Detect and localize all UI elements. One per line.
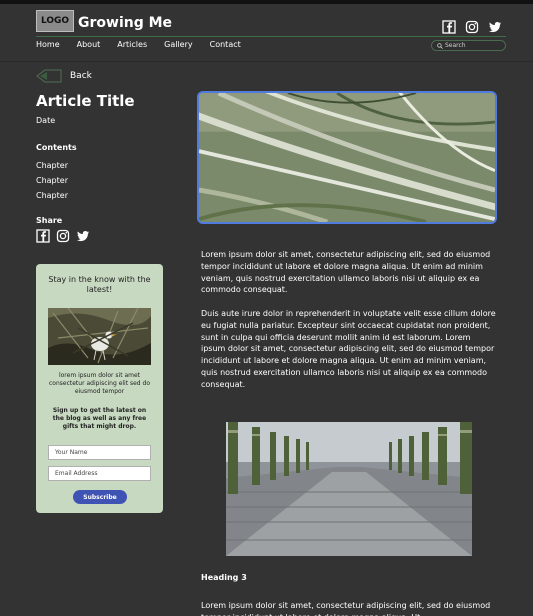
- chapter-link[interactable]: Chapter: [36, 173, 68, 188]
- search-box[interactable]: [431, 40, 506, 51]
- facebook-icon[interactable]: [442, 20, 456, 34]
- back-label: Back: [70, 71, 92, 81]
- main-nav: Home About Articles Gallery Contact: [36, 40, 258, 49]
- logo[interactable]: LOGO: [36, 10, 74, 32]
- facebook-icon[interactable]: [36, 229, 50, 243]
- hero-image: [197, 91, 497, 224]
- nav-about[interactable]: About: [77, 40, 101, 49]
- article-paragraph-1: Lorem ipsum dolor sit amet, consectetur …: [201, 250, 491, 295]
- article-date: Date: [36, 116, 56, 125]
- newsletter-headline: Stay in the know with the latest!: [48, 275, 151, 294]
- instagram-icon[interactable]: [465, 20, 479, 34]
- heading-3: Heading 3: [201, 573, 247, 582]
- share-heading: Share: [36, 216, 63, 225]
- header-social-links: [442, 20, 502, 34]
- chapter-link[interactable]: Chapter: [36, 188, 68, 203]
- twitter-icon[interactable]: [76, 229, 90, 243]
- article-paragraph-3: Lorem ipsum dolor sit amet, consectetur …: [201, 601, 491, 616]
- contents-heading: Contents: [36, 143, 77, 152]
- search-input[interactable]: [445, 42, 505, 49]
- top-bar: [0, 0, 533, 4]
- subscribe-button[interactable]: Subscribe: [73, 490, 127, 504]
- site-title[interactable]: Growing Me: [78, 15, 172, 31]
- header-bottom-divider: [0, 61, 533, 62]
- contents-list: Chapter Chapter Chapter: [36, 158, 68, 203]
- name-field[interactable]: [48, 445, 151, 460]
- header-divider: [36, 36, 506, 37]
- nav-gallery[interactable]: Gallery: [164, 40, 193, 49]
- newsletter-image: [48, 308, 151, 365]
- dock-image: [226, 422, 472, 556]
- back-button[interactable]: Back: [36, 68, 92, 84]
- article-title: Article Title: [36, 92, 135, 110]
- newsletter-card: Stay in the know with the latest! lorem …: [36, 264, 163, 513]
- nav-contact[interactable]: Contact: [210, 40, 241, 49]
- twitter-icon[interactable]: [488, 20, 502, 34]
- nav-articles[interactable]: Articles: [117, 40, 147, 49]
- nav-home[interactable]: Home: [36, 40, 60, 49]
- back-arrow-icon: [36, 69, 62, 83]
- chapter-link[interactable]: Chapter: [36, 158, 68, 173]
- email-field[interactable]: [48, 466, 151, 481]
- newsletter-signup-text: Sign up to get the latest on the blog as…: [52, 407, 147, 430]
- instagram-icon[interactable]: [56, 229, 70, 243]
- article-paragraph-2: Duis aute irure dolor in reprehenderit i…: [201, 309, 496, 389]
- search-icon: [437, 42, 443, 49]
- newsletter-blurb: lorem ipsum dolor sit amet consectetur a…: [49, 372, 150, 395]
- share-links: [36, 229, 90, 243]
- logo-text: LOGO: [40, 16, 70, 26]
